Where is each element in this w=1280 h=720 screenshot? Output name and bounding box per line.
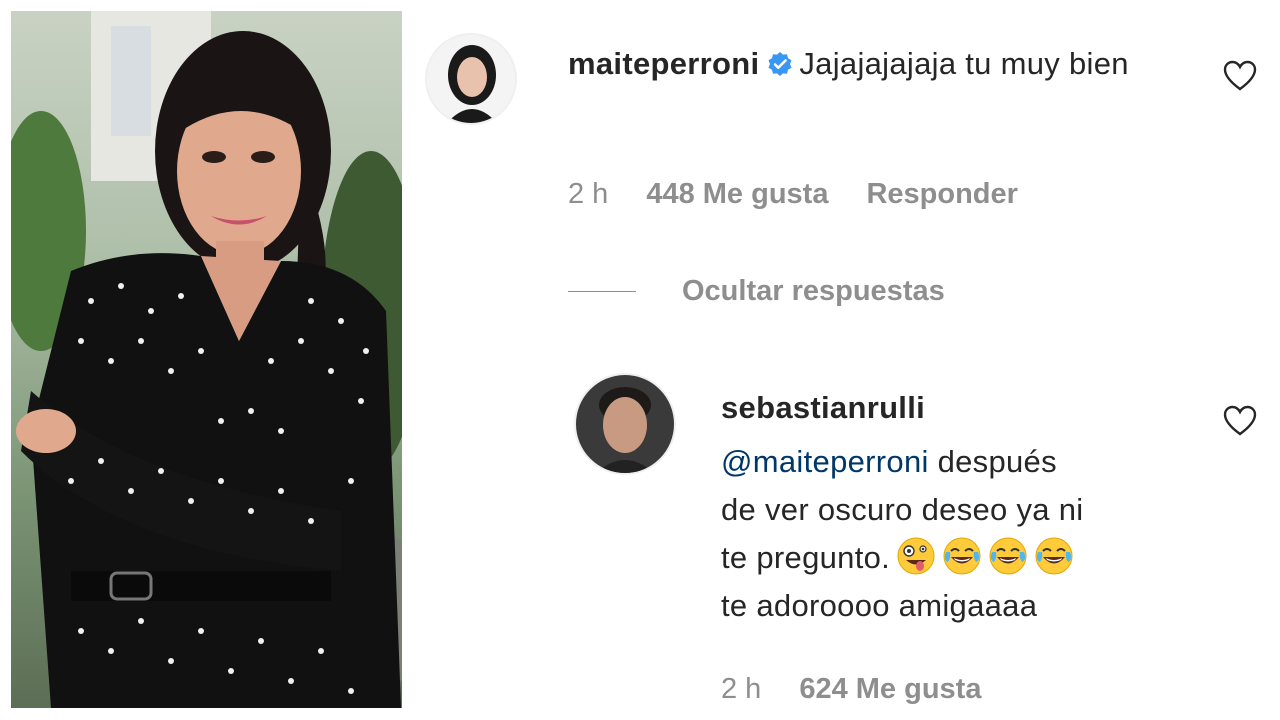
like-count[interactable]: 624 Me gusta xyxy=(799,673,981,705)
comment-sebastianrulli: sebastianrulli @maiteperroni después de … xyxy=(721,384,1201,630)
mention-link[interactable]: @maiteperroni xyxy=(721,444,929,479)
comment-username[interactable]: sebastianrulli xyxy=(721,390,925,425)
hide-replies-button[interactable]: Ocultar respuestas xyxy=(568,275,945,308)
like-heart-icon[interactable] xyxy=(1223,60,1257,97)
comment-text-line-3: te pregunto. xyxy=(721,540,891,575)
avatar-maiteperroni[interactable] xyxy=(425,33,517,125)
comment-text-line-2: de ver oscuro deseo ya ni xyxy=(721,492,1084,527)
divider-line xyxy=(568,291,636,292)
hide-replies-label: Ocultar respuestas xyxy=(682,275,945,307)
comment-text-line-4: te adoroooo amigaaaa xyxy=(721,588,1038,623)
comment-username[interactable]: maiteperroni xyxy=(568,46,759,81)
comment-text: Jajajajajaja tu muy bien xyxy=(799,46,1129,81)
comment-meta: 2 h 448 Me gusta Responder xyxy=(568,178,1056,211)
tears-of-joy-emoji xyxy=(988,536,1028,576)
comment-meta: 2 h 624 Me gusta xyxy=(721,673,1019,706)
comment-maiteperroni: maiteperroni Jajajajajaja tu muy bien xyxy=(568,40,1198,91)
comment-text-line-1: después xyxy=(928,444,1057,479)
tears-of-joy-emoji xyxy=(1034,536,1074,576)
comment-time: 2 h xyxy=(568,178,609,210)
like-count[interactable]: 448 Me gusta xyxy=(646,178,828,210)
avatar-sebastianrulli[interactable] xyxy=(574,373,676,475)
tears-of-joy-emoji xyxy=(942,536,982,576)
like-heart-icon[interactable] xyxy=(1223,405,1257,442)
zany-face-emoji xyxy=(896,536,936,576)
comment-time: 2 h xyxy=(721,673,762,705)
verified-badge-icon xyxy=(767,43,793,91)
reply-button[interactable]: Responder xyxy=(866,178,1017,210)
post-photo xyxy=(11,11,402,708)
